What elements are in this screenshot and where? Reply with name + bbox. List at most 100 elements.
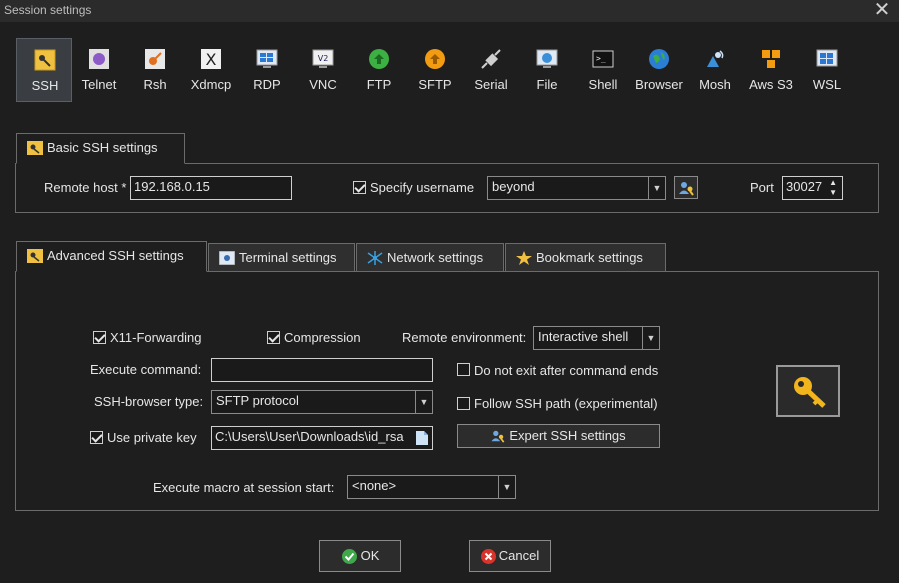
protocol-label: SFTP (418, 77, 452, 92)
protocol-label: Mosh (699, 77, 731, 92)
ok-button[interactable]: OK (319, 540, 401, 572)
xdmcp-icon: X (201, 49, 221, 69)
protocol-ssh[interactable]: SSH (16, 38, 72, 102)
protocol-wsl[interactable]: WSL (799, 38, 855, 102)
protocol-file[interactable]: File (519, 38, 575, 102)
vnc-icon: V2 (312, 49, 334, 68)
specify-username-checkbox[interactable] (353, 181, 366, 194)
username-value: beyond (492, 179, 535, 194)
do-not-exit-label: Do not exit after command ends (474, 363, 659, 378)
ssh-browser-type-select[interactable]: SFTP protocol ▼ (211, 390, 433, 414)
svg-text:V2: V2 (318, 54, 329, 63)
port-value: 30027 (786, 179, 823, 194)
protocol-label: Xdmcp (190, 77, 232, 92)
x11-forwarding-label: X11-Forwarding (110, 330, 202, 345)
protocol-vnc[interactable]: V2 VNC (295, 38, 351, 102)
protocol-rdp[interactable]: RDP (239, 38, 295, 102)
protocol-label: RDP (253, 77, 281, 92)
username-select[interactable]: beyond ▼ (487, 176, 666, 200)
protocol-label: SSH (31, 78, 59, 93)
remote-host-input[interactable]: 192.168.0.15 (130, 176, 292, 200)
close-icon[interactable]: ✕ (872, 0, 892, 20)
star-icon (516, 251, 532, 265)
chevron-down-icon: ▼ (648, 177, 665, 199)
ssh-key-illustration (776, 365, 840, 417)
protocol-sftp[interactable]: SFTP (407, 38, 463, 102)
protocol-xdmcp[interactable]: X Xdmcp (183, 38, 239, 102)
follow-ssh-path-checkbox[interactable] (457, 397, 470, 410)
protocol-label: Serial (474, 77, 508, 92)
key-icon (27, 249, 43, 263)
check-icon (342, 549, 357, 564)
do-not-exit-checkbox[interactable] (457, 363, 470, 376)
execute-macro-label: Execute macro at session start: (153, 480, 335, 495)
svg-text:X: X (206, 50, 217, 69)
mosh-icon (707, 50, 724, 67)
protocol-browser[interactable]: Browser (631, 38, 687, 102)
protocol-label: Telnet (81, 77, 117, 92)
protocol-label: WSL (812, 77, 842, 92)
ftp-icon (369, 49, 389, 69)
tab-bookmark-settings[interactable]: Bookmark settings (505, 243, 666, 272)
chevron-down-icon: ▼ (498, 476, 515, 498)
terminal-icon (219, 251, 235, 265)
execute-macro-value: <none> (352, 478, 397, 493)
title-bar (0, 0, 899, 22)
protocol-shell[interactable]: >_ Shell (575, 38, 631, 102)
tab-label: Bookmark settings (536, 250, 643, 265)
spinner-arrows-icon[interactable]: ▲ ▼ (829, 178, 837, 198)
tab-advanced-ssh-settings[interactable]: Advanced SSH settings (16, 241, 207, 272)
wsl-icon (816, 49, 838, 67)
execute-macro-select[interactable]: <none> ▼ (347, 475, 516, 499)
chevron-down-icon: ▼ (642, 327, 659, 349)
expert-ssh-settings-button[interactable]: Expert SSH settings (457, 424, 660, 448)
protocol-ftp[interactable]: FTP (351, 38, 407, 102)
specify-username-label: Specify username (370, 180, 475, 195)
remote-environment-select[interactable]: Interactive shell ▼ (533, 326, 660, 350)
x11-forwarding-checkbox[interactable] (93, 331, 106, 344)
port-label: Port (750, 180, 774, 195)
protocol-serial[interactable]: Serial (463, 38, 519, 102)
serial-icon (481, 49, 501, 69)
shell-icon: >_ (592, 50, 614, 68)
protocol-label: File (536, 77, 558, 92)
ssh-icon (34, 49, 56, 71)
telnet-icon (89, 49, 109, 69)
tab-network-settings[interactable]: Network settings (356, 243, 504, 272)
protocol-label: VNC (309, 77, 337, 92)
remote-host-label: Remote host * (44, 180, 127, 195)
protocol-rsh[interactable]: Rsh (127, 38, 183, 102)
tab-terminal-settings[interactable]: Terminal settings (208, 243, 355, 272)
file-browse-icon[interactable] (416, 431, 428, 445)
port-input[interactable]: 30027 ▲ ▼ (782, 176, 843, 200)
protocol-telnet[interactable]: Telnet (71, 38, 127, 102)
private-key-path-value: C:\Users\User\Downloads\id_rsa (215, 429, 404, 444)
tab-label: Terminal settings (239, 250, 337, 265)
compression-checkbox[interactable] (267, 331, 280, 344)
use-private-key-checkbox[interactable] (90, 431, 103, 444)
private-key-path-input[interactable]: C:\Users\User\Downloads\id_rsa (211, 426, 433, 450)
cancel-button[interactable]: Cancel (469, 540, 551, 572)
rdp-icon (256, 49, 278, 68)
cancel-icon (481, 549, 496, 564)
tab-basic-ssh-settings[interactable]: Basic SSH settings (16, 133, 185, 164)
execute-command-input[interactable] (211, 358, 433, 382)
browser-icon (649, 49, 669, 69)
user-manager-button[interactable] (674, 176, 698, 199)
aws-s3-icon (762, 50, 780, 68)
remote-environment-label: Remote environment: (402, 330, 527, 345)
protocol-label: FTP (366, 77, 392, 92)
protocol-label: Rsh (143, 77, 167, 92)
execute-command-label: Execute command: (90, 362, 202, 377)
protocol-aws-s3[interactable]: Aws S3 (743, 38, 799, 102)
protocol-mosh[interactable]: Mosh (687, 38, 743, 102)
compression-label: Compression (284, 330, 361, 345)
protocol-label: Aws S3 (749, 77, 793, 92)
sftp-icon (425, 49, 445, 69)
key-icon (794, 377, 826, 408)
rsh-icon (145, 49, 165, 69)
svg-text:>_: >_ (596, 54, 606, 63)
key-icon (27, 141, 43, 155)
protocol-label: Browser (635, 77, 683, 92)
window-title: Session settings (4, 3, 92, 17)
